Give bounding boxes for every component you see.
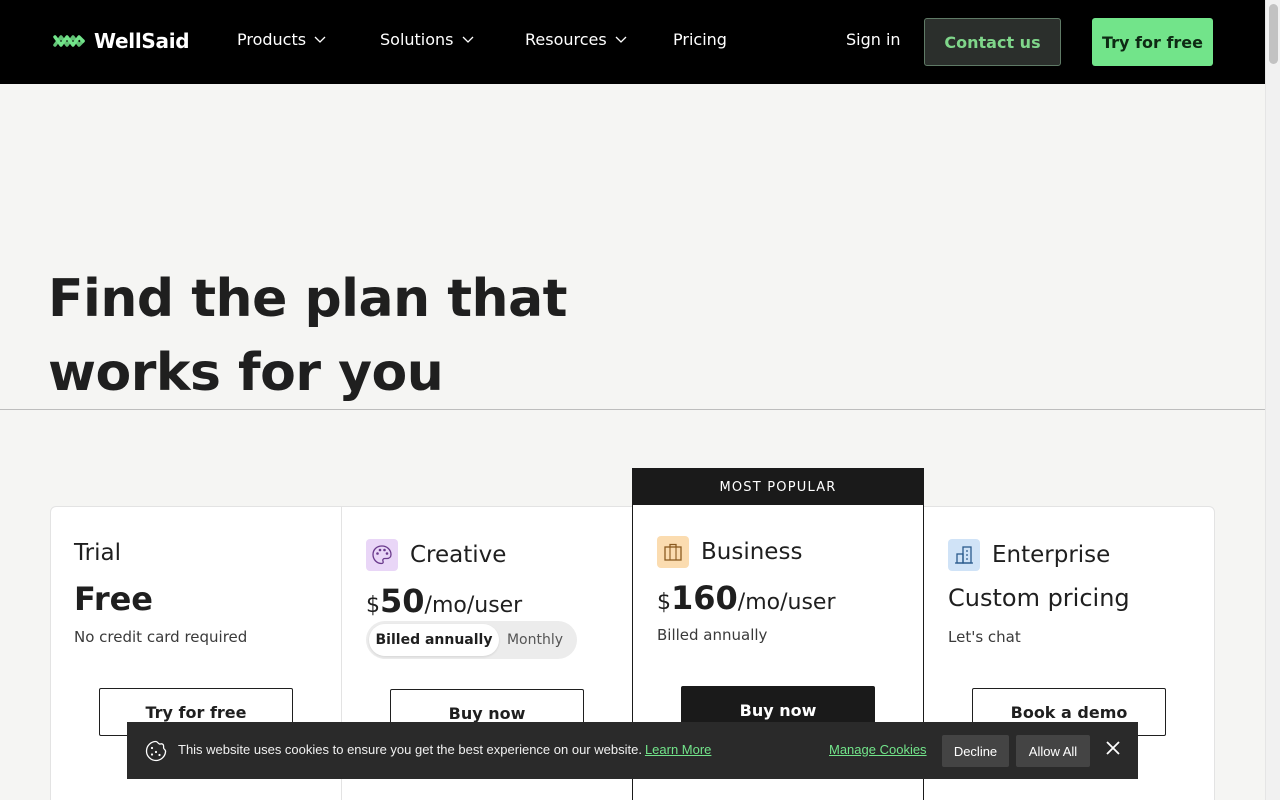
nav-item-solutions[interactable]: Solutions: [380, 30, 474, 49]
plan-enterprise-note: Let's chat: [948, 628, 1021, 646]
page-title-line-2: works for you: [48, 343, 444, 403]
sign-in-label: Sign in: [846, 30, 901, 49]
briefcase-icon: [657, 536, 689, 568]
top-nav: WellSaid Products Solutions Resources Pr…: [0, 0, 1265, 84]
palette-icon: [366, 539, 398, 571]
scrollbar-thumb[interactable]: [1269, 4, 1278, 64]
cookie-icon: [145, 740, 167, 762]
page-title: Find the plan that works for you: [48, 262, 608, 410]
price-currency: $: [366, 593, 380, 618]
nav-item-label: Products: [237, 30, 307, 49]
nav-item-products[interactable]: Products: [237, 30, 326, 49]
plan-creative-price: $50/mo/user: [366, 582, 522, 620]
price-unit: /mo/user: [424, 593, 523, 618]
price-amount: 50: [380, 582, 425, 620]
plan-business-price: $160/mo/user: [657, 579, 836, 617]
plan-enterprise-name: Enterprise: [948, 539, 1110, 571]
building-icon: [948, 539, 980, 571]
cookie-banner: This website uses cookies to ensure you …: [127, 722, 1138, 779]
plan-trial-name: Trial: [74, 540, 121, 566]
cookie-message: This website uses cookies to ensure you …: [178, 742, 711, 757]
price-amount: Free: [74, 580, 153, 618]
allow-all-cookies-button[interactable]: Allow All: [1016, 735, 1090, 767]
page-scrollbar[interactable]: [1265, 0, 1280, 800]
plan-trial-price: Free: [74, 580, 153, 618]
nav-item-label: Solutions: [380, 30, 454, 49]
billing-period-toggle[interactable]: Billed annually Monthly: [366, 621, 577, 659]
brand-name: WellSaid: [94, 29, 190, 53]
sign-in-link[interactable]: Sign in: [846, 30, 901, 49]
brand-logo[interactable]: WellSaid: [52, 28, 190, 54]
chevron-down-icon: [462, 36, 473, 43]
most-popular-badge: MOST POPULAR: [633, 469, 923, 505]
hero-divider: [0, 409, 1265, 410]
contact-us-button[interactable]: Contact us: [924, 18, 1061, 66]
plan-business-note: Billed annually: [657, 626, 768, 644]
nav-item-label: Resources: [525, 30, 607, 49]
manage-cookies-link[interactable]: Manage Cookies: [829, 742, 927, 757]
nav-item-pricing[interactable]: Pricing: [673, 30, 727, 49]
try-for-free-button[interactable]: Try for free: [1092, 18, 1213, 66]
plan-name-label: Enterprise: [992, 542, 1111, 568]
price-unit: /mo/user: [737, 590, 836, 615]
nav-item-resources[interactable]: Resources: [525, 30, 627, 49]
close-icon[interactable]: [1105, 740, 1121, 756]
decline-cookies-button[interactable]: Decline: [942, 735, 1009, 767]
plan-creative-name: Creative: [366, 539, 506, 571]
plan-name-label: Creative: [410, 542, 507, 568]
plan-business-name: Business: [657, 536, 802, 568]
toggle-monthly[interactable]: Monthly: [499, 624, 571, 656]
chevron-down-icon: [314, 36, 326, 43]
cookie-message-text: This website uses cookies to ensure you …: [178, 742, 642, 757]
plan-trial-note: No credit card required: [74, 628, 248, 646]
plan-name-label: Trial: [74, 540, 121, 566]
learn-more-link[interactable]: Learn More: [645, 742, 711, 757]
wellsaid-logo-icon: [53, 35, 85, 47]
price-amount: 160: [671, 579, 738, 617]
plan-enterprise-price: Custom pricing: [948, 584, 1130, 612]
chevron-down-icon: [615, 36, 627, 43]
price-currency: $: [657, 590, 671, 615]
plan-name-label: Business: [701, 539, 803, 565]
nav-item-label: Pricing: [673, 30, 727, 49]
toggle-billed-annually[interactable]: Billed annually: [369, 624, 499, 656]
page-title-line-1: Find the plan that: [48, 269, 568, 329]
